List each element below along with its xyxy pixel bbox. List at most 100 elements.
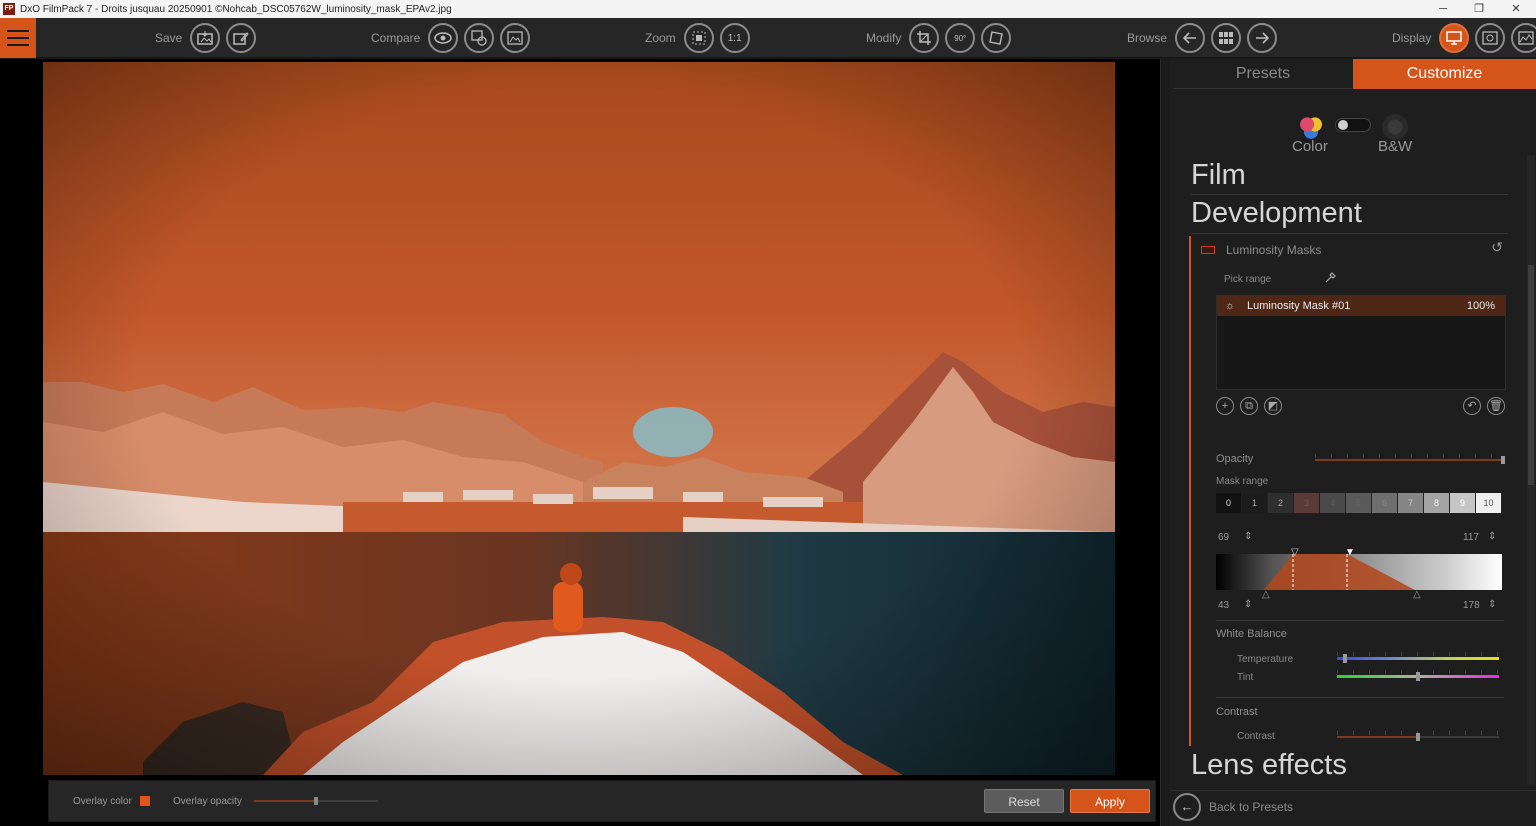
eyedropper-icon[interactable] <box>1324 272 1336 284</box>
browse-group: Browse <box>1127 18 1278 58</box>
mask-opacity-knob[interactable] <box>1501 456 1505 464</box>
stepper-icon[interactable]: ⇕ <box>1244 599 1252 610</box>
luminosity-masks-module: Luminosity Masks ↺ Pick range ☼ Luminosi… <box>1189 236 1508 746</box>
zone-6[interactable]: 6 <box>1372 493 1398 513</box>
color-bw-toggle[interactable] <box>1335 118 1371 132</box>
outer-low-handle[interactable]: △ <box>1262 589 1270 600</box>
section-lens-effects[interactable]: Lens effects <box>1191 749 1347 782</box>
mask-range-gradient[interactable] <box>1216 554 1502 590</box>
overlay-color-label: Overlay color <box>73 796 132 807</box>
mask-opacity-fill <box>1315 459 1503 461</box>
zone-3[interactable]: 3 <box>1294 493 1320 513</box>
outer-high-value[interactable]: 178 <box>1463 600 1480 611</box>
contrast-slider[interactable] <box>1337 731 1499 741</box>
bw-mode-label: B&W <box>1378 138 1413 155</box>
display-monitor-icon[interactable] <box>1439 23 1470 53</box>
reset-button[interactable]: Reset <box>984 789 1064 813</box>
mask-zone-selector: 0 1 2 3 4 5 6 7 8 9 10 <box>1216 493 1502 513</box>
stepper-icon[interactable]: ⇕ <box>1244 531 1252 542</box>
zone-7[interactable]: 7 <box>1398 493 1424 513</box>
undo-mask-icon[interactable]: ↶ <box>1463 397 1481 415</box>
tint-slider[interactable] <box>1337 670 1499 681</box>
zone-1[interactable]: 1 <box>1242 493 1268 513</box>
mask-list: ☼ Luminosity Mask #01 100% <box>1216 295 1506 390</box>
inner-high-value[interactable]: 117 <box>1463 532 1479 543</box>
apply-button[interactable]: Apply <box>1070 789 1150 813</box>
color-mode-icon[interactable] <box>1298 114 1324 140</box>
inner-low-handle[interactable]: ▽ <box>1291 547 1299 558</box>
tab-presets[interactable]: Presets <box>1173 59 1353 89</box>
save-label: Save <box>155 31 183 45</box>
straighten-icon[interactable] <box>981 23 1012 53</box>
overlay-opacity-knob[interactable] <box>314 797 318 805</box>
zoom-fit-icon[interactable] <box>683 23 714 53</box>
mask-list-item[interactable]: ☼ Luminosity Mask #01 100% <box>1217 296 1505 316</box>
development-divider <box>1191 233 1508 234</box>
reset-module-icon[interactable]: ↺ <box>1491 239 1503 256</box>
sun-icon: ☼ <box>1225 300 1236 312</box>
compare-side-by-side-icon[interactable] <box>500 23 531 53</box>
overlay-color-swatch[interactable] <box>140 796 150 806</box>
divider <box>1216 697 1504 698</box>
mask-opacity-slider[interactable] <box>1315 454 1505 464</box>
outer-high-handle[interactable]: △ <box>1413 589 1421 600</box>
stepper-icon[interactable]: ⇕ <box>1488 599 1496 610</box>
zone-8[interactable]: 8 <box>1424 493 1450 513</box>
rotate-90-icon[interactable]: 90° <box>945 23 976 53</box>
save-as-edit-icon[interactable] <box>226 23 257 53</box>
scrollbar-thumb[interactable] <box>1528 265 1534 485</box>
image-viewer[interactable]: Overlay color Overlay opacity Reset Appl… <box>0 59 1160 826</box>
next-image-icon[interactable] <box>1247 23 1278 53</box>
zoom-one-to-one-button[interactable]: 1:1 <box>719 23 750 53</box>
mask-range-label: Mask range <box>1216 476 1269 487</box>
section-development[interactable]: Development <box>1191 197 1362 230</box>
module-toggle-icon[interactable] <box>1201 246 1215 254</box>
temperature-slider[interactable] <box>1337 652 1499 663</box>
zoom-group: Zoom 1:1 <box>645 18 750 58</box>
tint-knob[interactable] <box>1416 672 1420 681</box>
menu-hamburger-icon[interactable] <box>0 18 36 58</box>
zone-2[interactable]: 2 <box>1268 493 1294 513</box>
zone-5[interactable]: 5 <box>1346 493 1372 513</box>
back-to-presets-label[interactable]: Back to Presets <box>1209 800 1293 814</box>
minimize-button[interactable]: ─ <box>1425 0 1461 18</box>
inner-high-handle[interactable]: ▼ <box>1345 547 1355 558</box>
contrast-title: Contrast <box>1216 706 1258 718</box>
compare-eye-icon[interactable] <box>428 23 459 53</box>
overlay-opacity-fill <box>254 800 316 802</box>
save-image-icon[interactable] <box>190 23 221 53</box>
section-film[interactable]: Film <box>1191 159 1246 192</box>
compare-split-icon[interactable] <box>464 23 495 53</box>
tab-customize[interactable]: Customize <box>1353 59 1536 89</box>
zoom-label: Zoom <box>645 31 676 45</box>
zone-10[interactable]: 10 <box>1476 493 1502 513</box>
zone-4[interactable]: 4 <box>1320 493 1346 513</box>
duplicate-mask-icon[interactable]: ⧉ <box>1240 397 1258 415</box>
temperature-label: Temperature <box>1237 654 1294 665</box>
bw-mode-icon[interactable] <box>1382 114 1408 140</box>
stepper-icon[interactable]: ⇕ <box>1488 531 1496 542</box>
grid-view-icon[interactable] <box>1211 23 1242 53</box>
photo-canvas[interactable] <box>43 62 1115 775</box>
outer-low-value[interactable]: 43 <box>1218 600 1229 611</box>
previous-image-icon[interactable] <box>1175 23 1206 53</box>
back-arrow-icon[interactable]: ← <box>1173 793 1201 821</box>
loupe-icon[interactable] <box>1475 23 1506 53</box>
inner-low-value[interactable]: 69 <box>1218 532 1229 543</box>
panel-scrollbar[interactable] <box>1527 155 1535 785</box>
close-button[interactable]: ✕ <box>1498 0 1534 18</box>
crop-icon[interactable] <box>909 23 940 53</box>
delete-mask-icon[interactable]: 🗑 <box>1487 397 1505 415</box>
restore-button[interactable]: ❐ <box>1461 0 1497 18</box>
mask-name: Luminosity Mask #01 <box>1247 300 1351 312</box>
histogram-icon[interactable] <box>1511 23 1536 53</box>
mask-range-curve <box>1264 554 1415 590</box>
add-mask-icon[interactable]: + <box>1216 397 1234 415</box>
zone-9[interactable]: 9 <box>1450 493 1476 513</box>
temperature-knob[interactable] <box>1343 654 1348 663</box>
overlay-opacity-slider[interactable] <box>254 797 378 805</box>
contrast-knob[interactable] <box>1416 733 1420 741</box>
modify-group: Modify 90° <box>866 18 1012 58</box>
zone-0[interactable]: 0 <box>1216 493 1242 513</box>
invert-mask-icon[interactable]: ◩ <box>1264 397 1282 415</box>
